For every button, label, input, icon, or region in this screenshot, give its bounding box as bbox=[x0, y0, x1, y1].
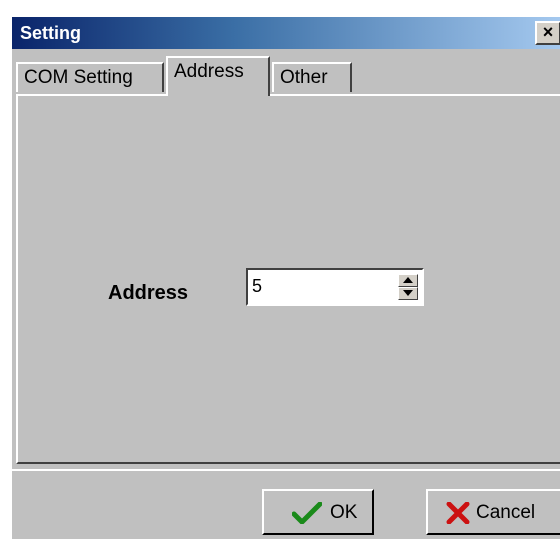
setting-dialog: Setting × COM Setting Address Other Addr… bbox=[10, 15, 560, 539]
cancel-button[interactable]: Cancel bbox=[426, 489, 560, 535]
close-button[interactable]: × bbox=[535, 21, 560, 45]
spin-down-button[interactable] bbox=[398, 287, 418, 300]
spin-up-button[interactable] bbox=[398, 274, 418, 287]
tab-address[interactable]: Address bbox=[166, 56, 270, 96]
ok-label: OK bbox=[330, 502, 358, 523]
spin-buttons bbox=[398, 274, 418, 300]
tab-other[interactable]: Other bbox=[272, 62, 352, 92]
tab-com-setting[interactable]: COM Setting bbox=[16, 62, 164, 92]
triangle-up-icon bbox=[403, 277, 413, 283]
ok-button[interactable]: OK bbox=[262, 489, 374, 535]
x-cross-icon bbox=[446, 502, 470, 524]
tab-strip: COM Setting Address Other bbox=[16, 52, 560, 96]
cancel-label: Cancel bbox=[476, 502, 536, 523]
title-bar[interactable]: Setting × bbox=[12, 17, 560, 49]
close-icon: × bbox=[542, 22, 554, 42]
address-tab-panel: Address bbox=[16, 94, 560, 464]
button-bar: OK Cancel bbox=[12, 469, 560, 539]
address-input[interactable] bbox=[252, 273, 392, 299]
triangle-down-icon bbox=[403, 290, 413, 296]
address-label: Address bbox=[108, 282, 189, 304]
window-title: Setting bbox=[20, 23, 81, 43]
checkmark-icon bbox=[292, 502, 322, 524]
address-spinbox[interactable] bbox=[246, 268, 424, 306]
